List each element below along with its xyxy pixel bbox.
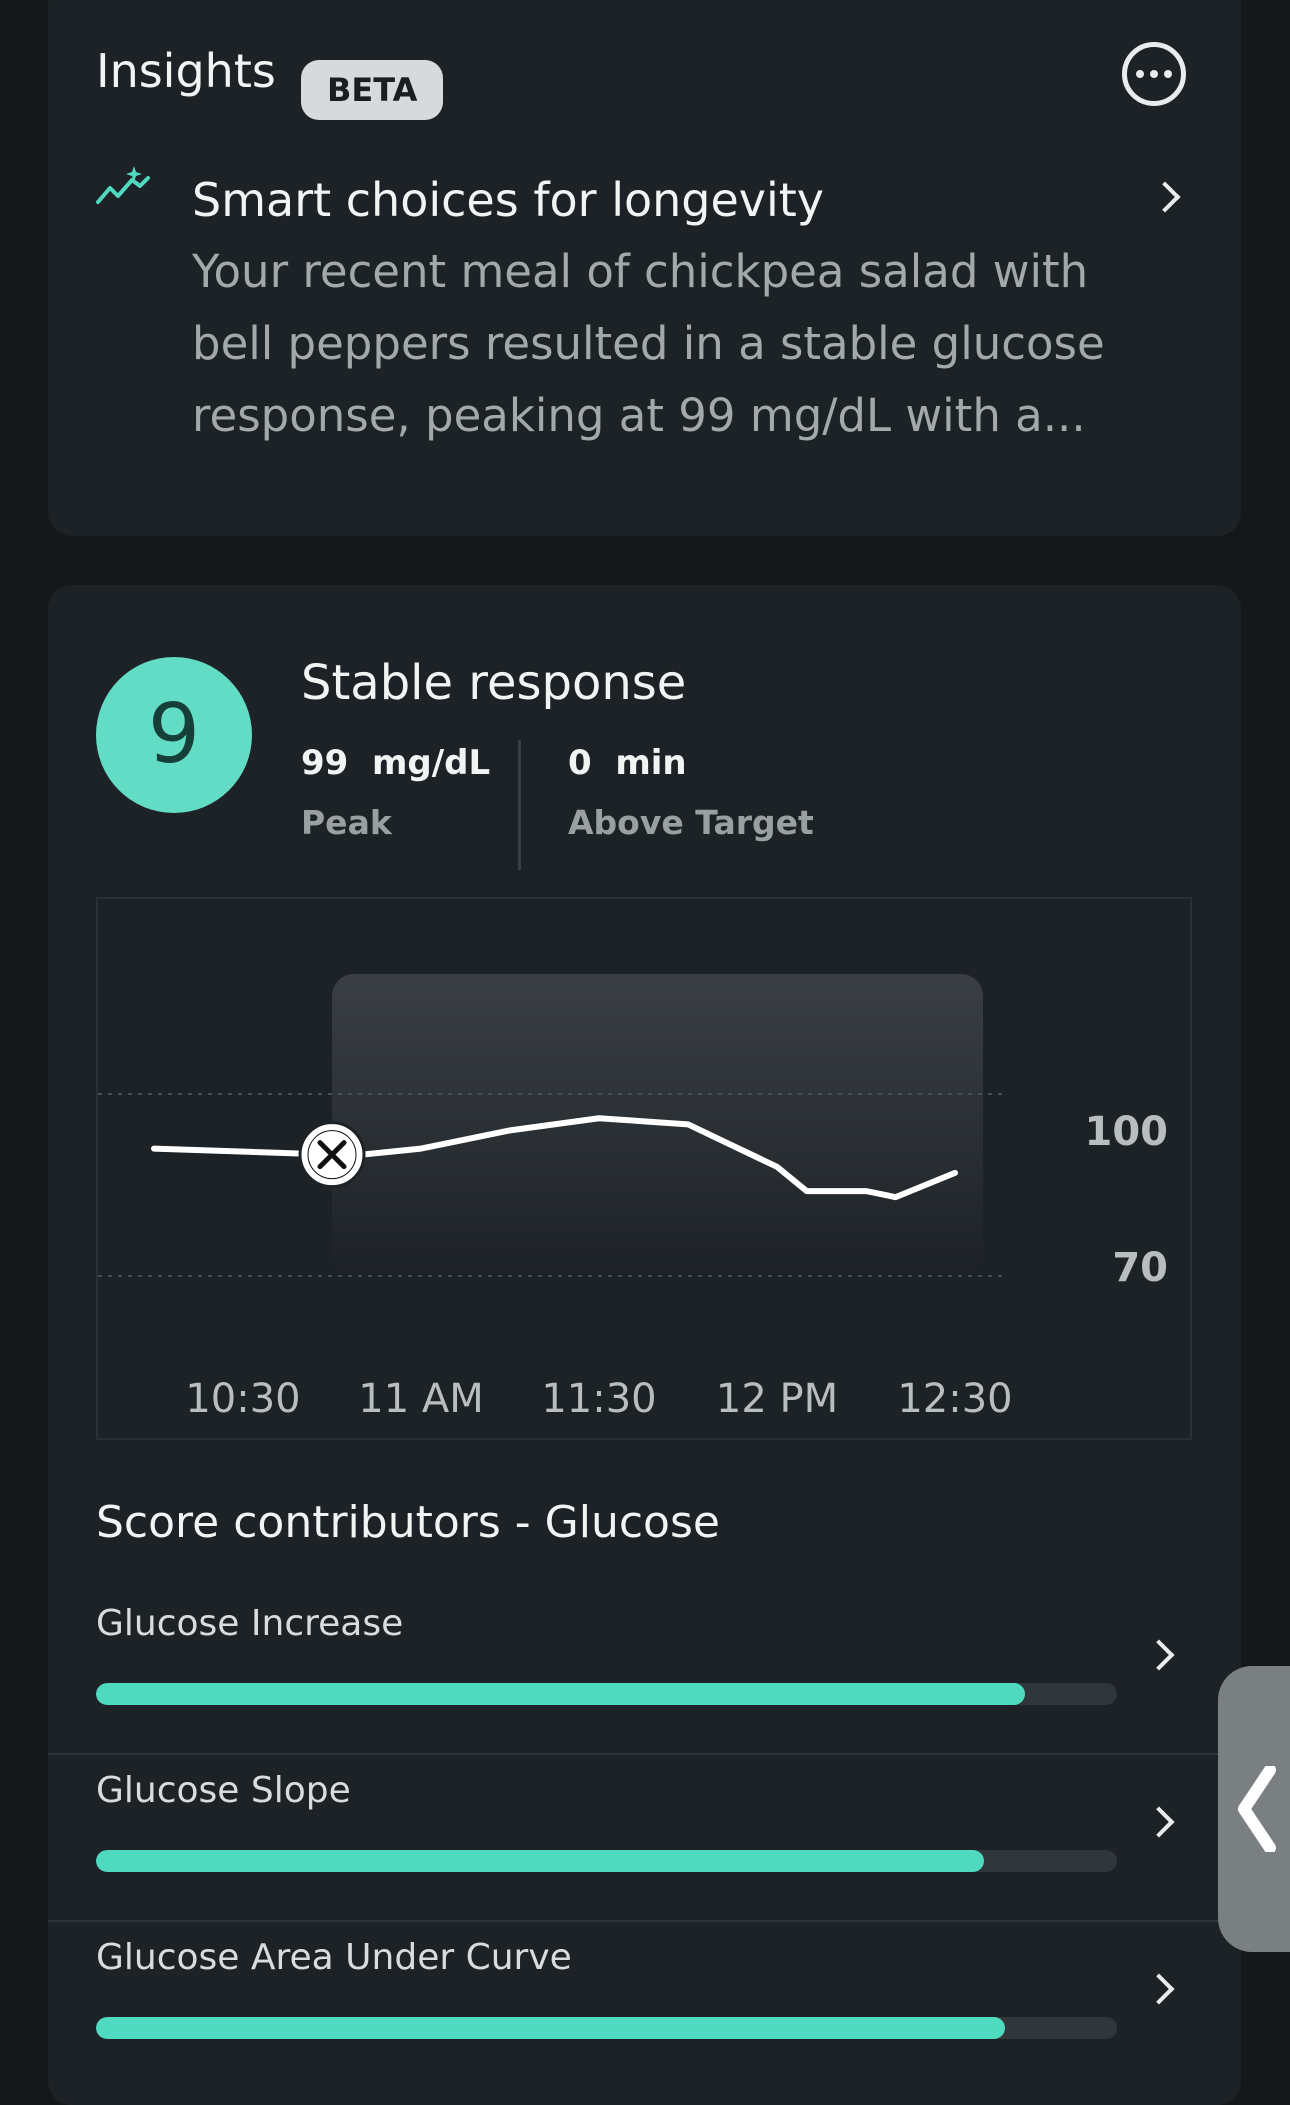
peak-value: 99 mg/dL (301, 743, 491, 783)
insight-item[interactable]: Smart choices for longevity Your recent … (48, 150, 1241, 450)
response-title: Stable response (301, 655, 687, 711)
x-tick-label: 12:30 (897, 1376, 1013, 1422)
x-tick-label: 12 PM (715, 1376, 839, 1422)
insights-card: Insights BETA Smart choices for longevit… (48, 0, 1241, 536)
contributor-bar-fill (96, 1683, 1026, 1705)
contributor-bar (96, 1850, 1117, 1872)
contributor-bar (96, 2017, 1117, 2039)
score-badge: 9 (96, 657, 252, 813)
sparkle-trend-icon (96, 166, 150, 204)
glucose-chart[interactable]: 100 70 10:30 11 AM 11:30 12 PM 12:30 (96, 897, 1192, 1440)
chevron-right-icon (1149, 181, 1181, 213)
more-options-button[interactable] (1122, 42, 1186, 106)
chevron-right-icon (1143, 1973, 1175, 2005)
y-tick-label: 70 (1112, 1245, 1168, 1291)
x-tick-label: 10:30 (185, 1376, 301, 1422)
x-tick-label: 11:30 (541, 1376, 657, 1422)
score-contributors-title: Score contributors - Glucose (96, 1497, 720, 1548)
y-tick-label: 100 (1084, 1109, 1169, 1155)
x-tick-label: 11 AM (358, 1376, 484, 1422)
above-target-stat: 0 min Above Target (568, 743, 814, 843)
fork-knife-icon[interactable] (298, 1121, 366, 1189)
insights-title: Insights (96, 44, 276, 98)
insight-body: Your recent meal of chickpea salad with … (192, 245, 1105, 442)
side-drawer-handle[interactable] (1218, 1666, 1290, 1952)
peak-label: Peak (301, 803, 392, 842)
peak-stat: 99 mg/dL Peak (301, 743, 490, 843)
insight-heading: Smart choices for longevity (192, 173, 825, 227)
contributor-label: Glucose Increase (96, 1603, 404, 1644)
chevron-left-icon (1238, 1766, 1276, 1852)
glucose-chart-canvas (98, 974, 1008, 1277)
stat-divider (518, 740, 521, 870)
contributor-glucose-auc[interactable]: Glucose Area Under Curve (48, 1922, 1241, 2089)
contributor-bar-fill (96, 2017, 1005, 2039)
above-target-label: Above Target (568, 803, 814, 842)
contributor-bar-fill (96, 1850, 985, 1872)
meal-response-card: 9 Stable response 99 mg/dL Peak 0 min Ab… (48, 585, 1241, 2105)
contributor-label: Glucose Slope (96, 1770, 351, 1811)
more-horizontal-icon (1136, 70, 1144, 78)
beta-badge: BETA (301, 60, 444, 120)
contributor-bar (96, 1683, 1117, 1705)
contributor-label: Glucose Area Under Curve (96, 1937, 572, 1978)
contributor-glucose-slope[interactable]: Glucose Slope (48, 1755, 1241, 1922)
chevron-right-icon (1143, 1806, 1175, 1838)
chevron-right-icon (1143, 1639, 1175, 1671)
contributor-glucose-increase[interactable]: Glucose Increase (48, 1588, 1241, 1755)
above-target-value: 0 min (568, 743, 687, 783)
